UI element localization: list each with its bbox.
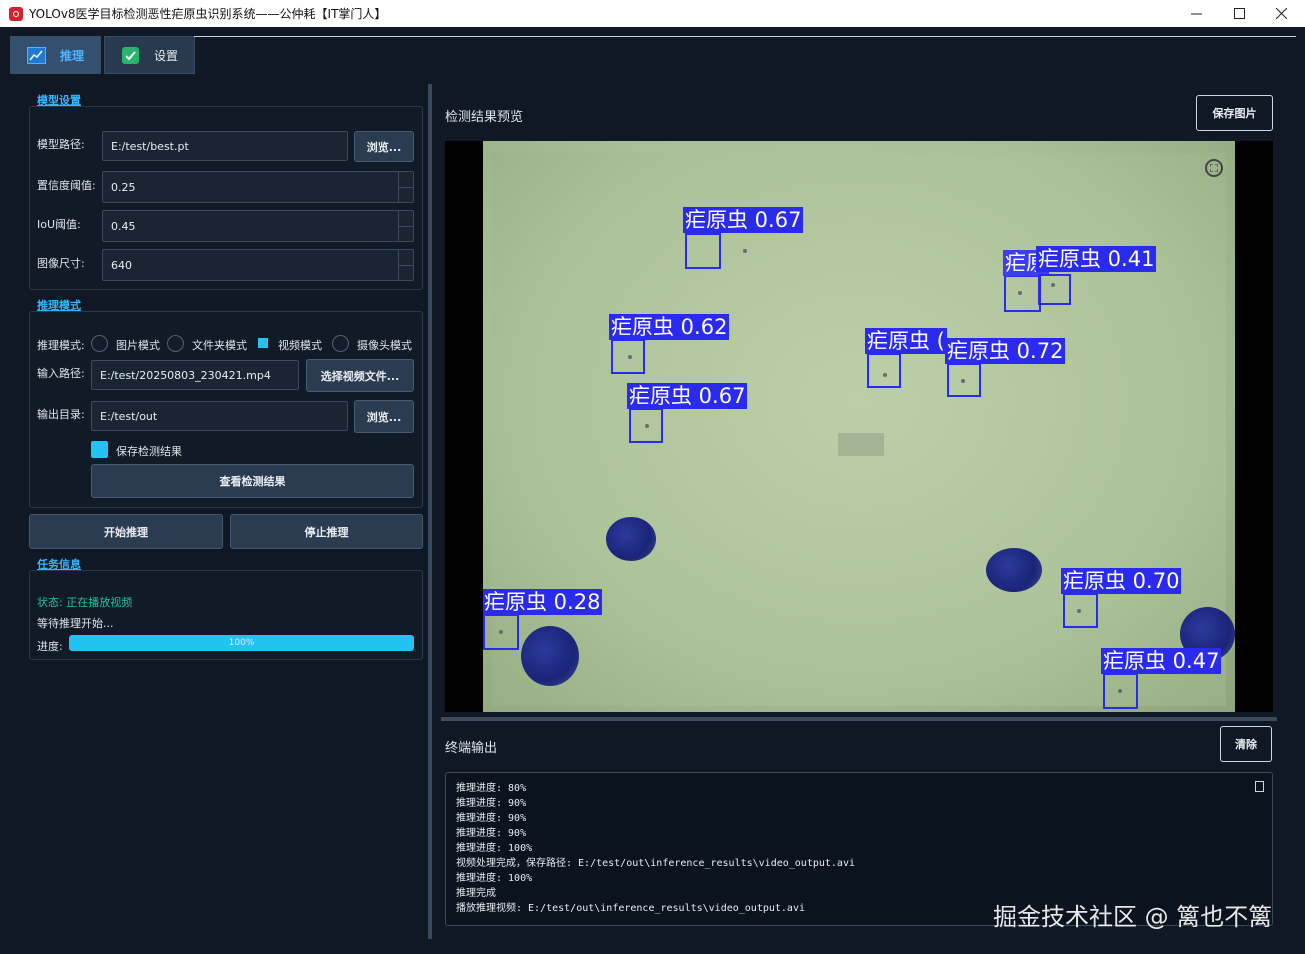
- conf-threshold-spinbox[interactable]: 0.25: [102, 171, 414, 203]
- detection-label: 疟原虫 0.62: [609, 314, 730, 340]
- select-video-button[interactable]: 选择视频文件...: [306, 359, 414, 392]
- conf-spin-arrows[interactable]: [398, 172, 413, 202]
- iou-spin-arrows[interactable]: [398, 211, 413, 241]
- fullscreen-icon[interactable]: [1205, 159, 1223, 177]
- check-box-icon: [121, 46, 140, 65]
- detection-label: 疟原虫 (: [865, 328, 947, 354]
- image-size-value: 640: [111, 258, 132, 272]
- vertical-splitter[interactable]: [428, 84, 432, 939]
- iou-threshold-label: IoU阈值:: [37, 218, 81, 231]
- terminal-line: 推理进度: 100%: [456, 873, 533, 884]
- microscope-field: [492, 153, 1226, 706]
- output-dir-label: 输出目录:: [37, 408, 85, 421]
- detection-label: 疟原虫 0.47: [1101, 648, 1222, 674]
- detection-label: 疟原虫 0.67: [683, 207, 804, 233]
- detection-box: [1038, 274, 1071, 305]
- stop-inference-button[interactable]: 停止推理: [230, 514, 423, 549]
- parasite-dot: [743, 249, 747, 253]
- detection-preview: 疟原虫 0.67 疟原虫 0.62 疟原虫 0.67 疟原 疟原虫 0.41 疟…: [445, 141, 1273, 712]
- conf-threshold-label: 置信度阈值:: [37, 179, 96, 192]
- blood-cell: [986, 548, 1042, 592]
- wait-text: 等待推理开始...: [37, 617, 114, 630]
- camera-mode-label: 摄像头模式: [357, 339, 412, 352]
- detection-box: [947, 363, 981, 397]
- title-bar: YOLOv8医学目标检测恶性疟原虫识别系统——公仲耗【IT掌门人】: [0, 0, 1305, 27]
- maximize-button[interactable]: [1217, 0, 1261, 27]
- save-image-button[interactable]: 保存图片: [1196, 95, 1273, 131]
- terminal-title: 终端输出: [445, 741, 498, 756]
- detection-box: [629, 408, 663, 443]
- terminal-line: 推理进度: 90%: [456, 828, 527, 839]
- image-size-spinbox[interactable]: 640: [102, 249, 414, 281]
- radio-folder-mode[interactable]: [167, 335, 184, 352]
- preview-title: 检测结果预览: [445, 110, 524, 125]
- input-path-input[interactable]: E:/test/20250803_230421.mp4: [91, 360, 299, 390]
- blood-cell: [606, 517, 656, 561]
- horizontal-splitter[interactable]: [441, 717, 1277, 721]
- window-title: YOLOv8医学目标检测恶性疟原虫识别系统——公仲耗【IT掌门人】: [29, 7, 387, 21]
- radio-video-mode[interactable]: [258, 338, 268, 348]
- detection-box: [685, 233, 721, 269]
- detection-label: 疟原虫 0.28: [483, 589, 603, 615]
- progress-bar: 100%: [69, 635, 414, 651]
- detection-box: [1063, 593, 1098, 628]
- model-path-input[interactable]: E:/test/best.pt: [102, 131, 348, 161]
- video-mode-label: 视频模式: [278, 339, 322, 352]
- chart-line-icon: [27, 46, 46, 65]
- tab-settings[interactable]: 设置: [104, 36, 195, 74]
- terminal-line: 推理进度: 100%: [456, 843, 533, 854]
- tab-divider: [194, 36, 1296, 37]
- output-browse-button[interactable]: 浏览...: [354, 400, 414, 433]
- save-results-checkbox[interactable]: [91, 441, 108, 458]
- conf-threshold-value: 0.25: [111, 180, 136, 194]
- image-size-label: 图像尺寸:: [37, 257, 85, 270]
- tab-inference-label: 推理: [60, 48, 85, 63]
- minimize-button[interactable]: [1174, 0, 1218, 27]
- terminal-line: 推理进度: 90%: [456, 798, 527, 809]
- detection-box: [867, 353, 901, 388]
- terminal-line: 推理进度: 90%: [456, 813, 527, 824]
- input-path-label: 输入路径:: [37, 367, 85, 380]
- tab-bar: 推理 设置: [10, 36, 198, 74]
- detection-label: 疟原虫 0.41: [1036, 246, 1157, 272]
- detection-box: [611, 339, 645, 374]
- detection-box: [1004, 275, 1041, 312]
- detection-box: [1103, 673, 1138, 709]
- output-dir-input[interactable]: E:/test/out: [91, 401, 348, 431]
- iou-threshold-value: 0.45: [111, 219, 136, 233]
- detection-label: 疟原虫 0.70: [1061, 568, 1182, 594]
- status-text: 状态: 正在播放视频: [37, 596, 133, 609]
- tab-settings-label: 设置: [154, 48, 179, 63]
- radio-image-mode[interactable]: [91, 335, 108, 352]
- progress-label: 进度:: [37, 640, 63, 653]
- folder-mode-label: 文件夹模式: [192, 339, 247, 352]
- mode-label: 推理模式:: [37, 339, 85, 352]
- tab-inference[interactable]: 推理: [10, 36, 101, 74]
- clear-button[interactable]: 清除: [1220, 726, 1272, 762]
- radio-camera-mode[interactable]: [332, 335, 349, 352]
- iou-threshold-spinbox[interactable]: 0.45: [102, 210, 414, 242]
- start-inference-button[interactable]: 开始推理: [29, 514, 223, 549]
- image-mode-label: 图片模式: [116, 339, 160, 352]
- view-results-button[interactable]: 查看检测结果: [91, 464, 414, 498]
- close-button[interactable]: [1259, 0, 1303, 27]
- app-icon: [9, 6, 23, 21]
- terminal-line: 视频处理完成，保存路径: E:/test/out\inference_resul…: [456, 858, 855, 869]
- blood-cell: [521, 626, 579, 686]
- progress-text: 100%: [228, 638, 255, 648]
- model-browse-button[interactable]: 浏览...: [354, 131, 414, 162]
- save-results-label: 保存检测结果: [116, 445, 182, 458]
- detection-box: [483, 614, 519, 650]
- scroll-up-icon[interactable]: [1255, 781, 1264, 792]
- model-path-label: 模型路径:: [37, 138, 85, 151]
- detection-label: 疟原虫 0.72: [945, 338, 1066, 364]
- imgsz-spin-arrows[interactable]: [398, 250, 413, 280]
- microscope-image: 疟原虫 0.67 疟原虫 0.62 疟原虫 0.67 疟原 疟原虫 0.41 疟…: [483, 141, 1235, 712]
- terminal-line: 推理进度: 80%: [456, 783, 527, 794]
- artifact: [838, 433, 884, 456]
- detection-label: 疟原虫 0.67: [627, 383, 748, 409]
- watermark: 掘金技术社区 @ 篱也不篱: [993, 903, 1273, 931]
